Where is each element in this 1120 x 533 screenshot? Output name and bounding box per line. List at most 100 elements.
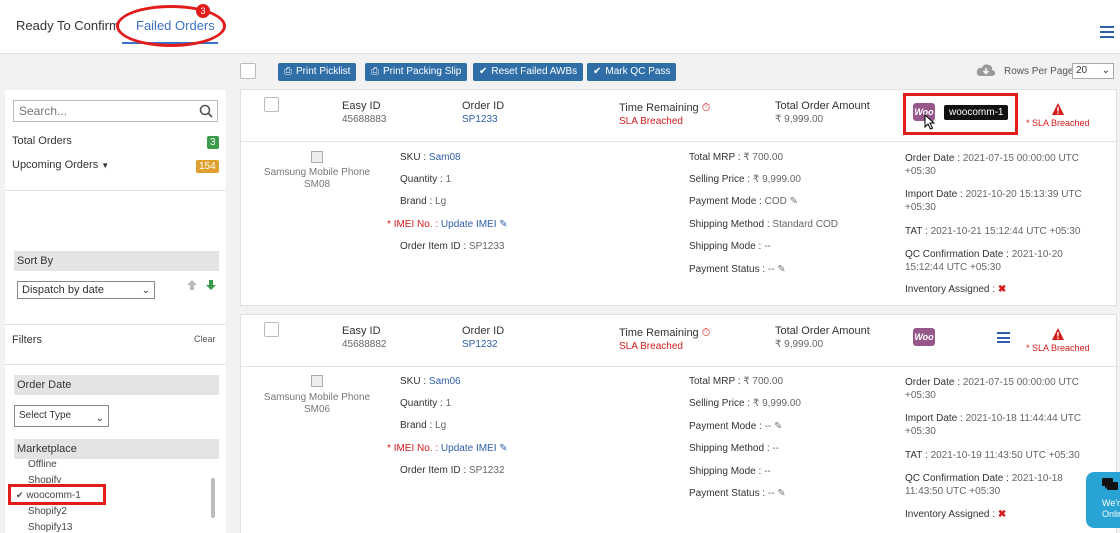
marketplace-option-shopify[interactable]: Shopify (28, 475, 61, 483)
total-mrp-row: Total MRP : ₹ 700.00 (689, 376, 784, 387)
cross-icon: ✖ (997, 284, 1007, 295)
menu-icon[interactable] (1100, 26, 1114, 38)
print-picklist-button[interactable]: ⎙ Print Picklist (278, 63, 357, 81)
easy-id-value: 45688883 (342, 114, 387, 125)
tab-ready-to-confirm[interactable]: Ready To Confirm (16, 18, 120, 33)
easy-id-label: Easy ID (342, 325, 381, 337)
brand-row: Brand : Lg (400, 196, 447, 207)
reset-failed-awbs-button[interactable]: ✔ Reset Failed AWBs (473, 63, 584, 81)
inventory-assigned-row: Inventory Assigned : ✖ (905, 509, 1007, 520)
warning-icon (1052, 328, 1064, 340)
payment-mode-row: Payment Mode : -- ✎ (689, 421, 783, 432)
total-order-amount-value: ₹ 9,999.00 (775, 339, 824, 350)
search-input[interactable] (14, 101, 194, 121)
marketplace-option-offline[interactable]: Offline (28, 459, 57, 470)
easy-id-label: Easy ID (342, 100, 381, 112)
sidebar: Total Orders 3 Upcoming Orders ▼ 154 Sor… (5, 90, 226, 533)
caret-down-icon: ▼ (101, 161, 110, 170)
clear-filters-link[interactable]: Clear (194, 334, 216, 344)
order-date-type-select[interactable]: Select Type ⌄ (14, 405, 109, 427)
selling-price-row: Selling Price : ₹ 9,999.00 (689, 398, 801, 409)
pencil-icon[interactable]: ✎ (777, 488, 785, 499)
sort-descending-icon[interactable] (205, 279, 217, 291)
rows-per-page-select[interactable]: 20 ⌄ (1072, 63, 1114, 79)
stopwatch-icon: ⏱ (701, 102, 711, 114)
sku-row: SKU : Sam08 (400, 152, 461, 163)
order-card: Easy ID 45688882 Order ID SP1232 Time Re… (240, 314, 1118, 533)
woocommerce-icon[interactable]: Woo (913, 328, 935, 346)
chat-bubble-icon (1102, 478, 1118, 490)
card-divider (241, 366, 1118, 367)
shipping-method-row: Shipping Method : Standard COD (689, 219, 838, 230)
total-orders-label[interactable]: Total Orders (12, 135, 72, 147)
order-id-link[interactable]: SP1232 (462, 339, 498, 350)
quantity-row: Quantity : 1 (400, 174, 452, 185)
check-circle-icon: ✔ (593, 66, 602, 77)
sort-by-header: Sort By (14, 251, 219, 271)
order-id-link[interactable]: SP1233 (462, 114, 498, 125)
imei-row: * IMEI No. : Update IMEI ✎ (387, 443, 508, 454)
order-date-row: Order Date : 2021-07-15 00:00:00 UTC +05:… (905, 377, 1079, 401)
pencil-icon[interactable]: ✎ (790, 196, 798, 207)
import-date-row: Import Date : 2021-10-18 11:44:44 UTC +05… (905, 413, 1082, 437)
order-item-id-row: Order Item ID : SP1232 (400, 465, 505, 476)
shipping-mode-row: Shipping Mode : -- (689, 466, 771, 477)
chevron-down-icon: ⌄ (95, 413, 104, 424)
cloud-download-icon[interactable] (976, 63, 996, 77)
top-bar: Ready To Confirm Failed Orders 3 (0, 0, 1120, 54)
product-image[interactable] (311, 375, 323, 387)
time-remaining-value: SLA Breached (619, 341, 683, 352)
payment-status-row: Payment Status : -- ✎ (689, 264, 786, 275)
card-menu-icon[interactable] (997, 332, 1010, 343)
update-imei-link[interactable]: Update IMEI (441, 219, 497, 230)
search-icon[interactable] (199, 104, 213, 118)
inventory-assigned-row: Inventory Assigned : ✖ (905, 284, 1007, 295)
marketplace-header: Marketplace (14, 439, 219, 459)
order-id-label: Order ID (462, 325, 505, 337)
marketplace-option-shopify2[interactable]: Shopify2 (28, 506, 67, 517)
pencil-icon[interactable]: ✎ (774, 421, 782, 432)
product-name: Samsung Mobile Phone SM06 (263, 392, 371, 415)
product-image[interactable] (311, 151, 323, 163)
chat-widget[interactable]: We'rOnlin (1086, 472, 1120, 528)
check-circle-icon: ✔ (479, 66, 488, 77)
sla-breached-note: * SLA Breached (1026, 118, 1090, 128)
upcoming-orders-dropdown[interactable]: Upcoming Orders ▼ (12, 159, 109, 171)
edit-icon[interactable]: ✎ (499, 443, 507, 454)
payment-status-row: Payment Status : -- ✎ (689, 488, 786, 499)
total-mrp-row: Total MRP : ₹ 700.00 (689, 152, 784, 163)
update-imei-link[interactable]: Update IMEI (441, 443, 497, 454)
sort-by-select[interactable]: Dispatch by date ⌄ (17, 281, 155, 299)
edit-icon[interactable]: ✎ (499, 219, 507, 230)
quantity-row: Quantity : 1 (400, 398, 452, 409)
marketplace-option-shopify13[interactable]: Shopify13 (28, 522, 72, 533)
sort-ascending-icon[interactable] (186, 279, 198, 291)
order-date-row: Order Date : 2021-07-15 00:00:00 UTC +05:… (905, 153, 1079, 177)
search-box[interactable] (13, 100, 218, 122)
pencil-icon[interactable]: ✎ (777, 264, 785, 275)
order-checkbox[interactable] (264, 322, 279, 337)
order-card: Easy ID 45688883 Order ID SP1233 Time Re… (240, 89, 1118, 306)
print-packing-slip-button[interactable]: ⎙ Print Packing Slip (365, 63, 468, 81)
stopwatch-icon: ⏱ (701, 327, 711, 339)
filters-label: Filters (12, 334, 42, 346)
select-all-checkbox[interactable] (240, 63, 256, 79)
sku-row: SKU : Sam06 (400, 376, 461, 387)
time-remaining-label: Time Remaining ⏱ (619, 327, 711, 339)
marketplace-scrollbar[interactable] (211, 478, 215, 518)
cross-icon: ✖ (997, 509, 1007, 520)
tat-row: TAT : 2021-10-19 11:43:50 UTC +05:30 (905, 450, 1080, 461)
highlight-rectangle (8, 484, 106, 505)
import-date-row: Import Date : 2021-10-20 15:13:39 UTC +05… (905, 189, 1082, 213)
product-name: Samsung Mobile Phone SM08 (263, 167, 371, 190)
order-item-id-row: Order Item ID : SP1233 (400, 241, 505, 252)
total-order-amount-label: Total Order Amount (775, 100, 870, 112)
printer-icon: ⎙ (284, 66, 292, 77)
total-orders-count: 3 (207, 136, 219, 149)
total-order-amount-value: ₹ 9,999.00 (775, 114, 824, 125)
order-checkbox[interactable] (264, 97, 279, 112)
mark-qc-pass-button[interactable]: ✔ Mark QC Pass (587, 63, 677, 81)
highlight-rectangle (903, 93, 1018, 135)
printer-icon: ⎙ (371, 66, 379, 77)
divider (5, 324, 226, 325)
